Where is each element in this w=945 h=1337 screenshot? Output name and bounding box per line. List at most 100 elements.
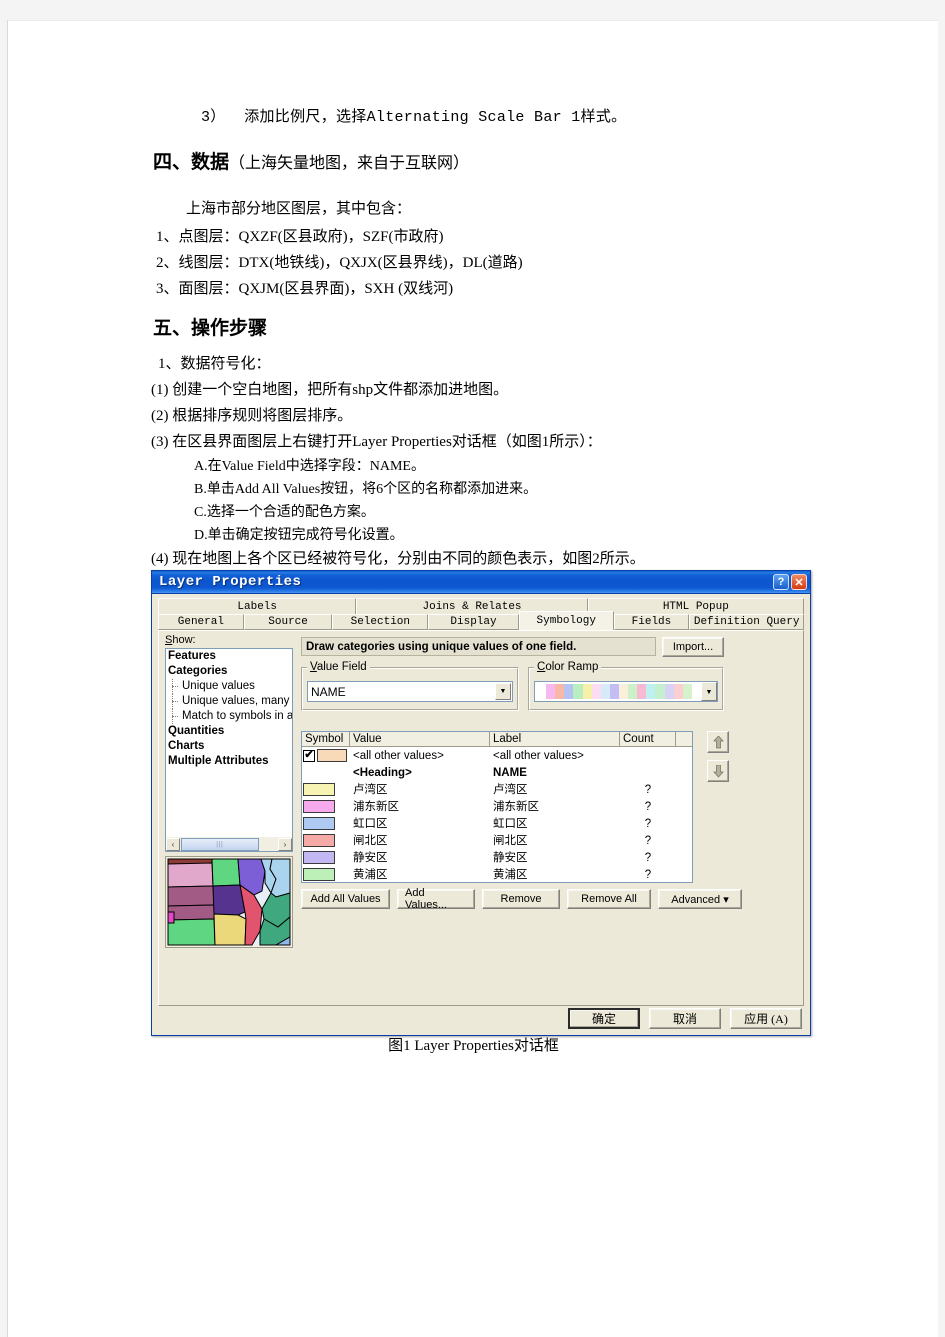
symbol-cell[interactable] xyxy=(302,800,350,813)
tab-selection[interactable]: Selection xyxy=(332,614,429,630)
symbol-cell[interactable] xyxy=(302,783,350,796)
doc-heading-four-text: 四、数据 xyxy=(153,152,230,173)
symbol-cell[interactable] xyxy=(302,868,350,881)
column-header-count[interactable]: Count xyxy=(620,732,676,746)
show-tree-item-features[interactable]: Features xyxy=(166,649,292,664)
checkbox-icon[interactable]: ✔ xyxy=(303,749,315,762)
table-row[interactable]: 虹口区 虹口区? xyxy=(302,815,692,832)
tab-labels[interactable]: Labels xyxy=(158,598,357,614)
symbol-swatch[interactable] xyxy=(303,834,335,847)
symbology-panel: SShow:how: Features Categories Unique va… xyxy=(158,630,804,1006)
tab-html-popup[interactable]: HTML Popup xyxy=(587,598,804,614)
value-cell[interactable]: <all other values> xyxy=(350,748,490,764)
color-ramp-swatch-14 xyxy=(664,684,674,699)
move-down-button[interactable] xyxy=(707,760,729,782)
symbol-cell[interactable] xyxy=(302,817,350,830)
figure-caption: 图1 Layer Properties对话框 xyxy=(388,1038,559,1054)
add-values-button[interactable]: Add Values... xyxy=(397,887,475,911)
label-cell[interactable]: 静安区 xyxy=(490,850,620,866)
count-cell[interactable]: ? xyxy=(620,867,676,883)
table-row[interactable]: ✔ <all other values> <all other values> xyxy=(302,747,692,764)
chevron-down-icon[interactable]: ▼ xyxy=(495,683,511,700)
table-row[interactable]: 闸北区 闸北区? xyxy=(302,832,692,849)
doc-item-3: 3） 添加比例尺，选择Alternating Scale Bar 1样式。 xyxy=(201,109,627,126)
value-cell[interactable]: 闸北区 xyxy=(350,833,490,849)
table-row[interactable]: 静安区 静安区? xyxy=(302,849,692,866)
count-cell[interactable]: ? xyxy=(620,833,676,849)
count-cell[interactable]: ? xyxy=(620,782,676,798)
scroll-left-icon[interactable]: ‹ xyxy=(166,837,180,851)
count-cell[interactable]: ? xyxy=(620,850,676,866)
add-all-values-button[interactable]: Add All Values xyxy=(301,889,390,909)
color-ramp-chevron-down-icon[interactable]: ▼ xyxy=(701,682,717,701)
apply-button[interactable]: 应用 (A) xyxy=(730,1008,802,1029)
remove-all-button[interactable]: Remove All xyxy=(567,889,651,909)
table-row[interactable]: 黄浦区 黄浦区? xyxy=(302,866,692,883)
color-ramp-swatch-12 xyxy=(646,684,656,699)
value-cell[interactable]: 静安区 xyxy=(350,850,490,866)
show-tree-item-charts[interactable]: Charts xyxy=(166,739,292,754)
color-ramp-combo[interactable]: ▼ xyxy=(534,681,718,702)
doc-step-1-1: (1) 创建一个空白地图，把所有shp文件都添加进地图。 xyxy=(151,382,509,398)
symbol-cell[interactable] xyxy=(302,851,350,864)
advanced-button[interactable]: Advanced ▾ xyxy=(658,889,742,909)
value-cell[interactable]: <Heading> xyxy=(350,765,490,781)
symbol-swatch[interactable] xyxy=(303,783,335,796)
label-cell[interactable]: 卢湾区 xyxy=(490,782,620,798)
value-action-buttons: Add All Values Add Values... Remove Remo… xyxy=(301,887,742,911)
show-tree-item-unique-values-many[interactable]: Unique values, many f xyxy=(166,694,292,709)
symbol-swatch[interactable] xyxy=(303,817,335,830)
table-row[interactable]: 浦东新区 浦东新区? xyxy=(302,798,692,815)
column-header-symbol[interactable]: Symbol xyxy=(302,732,350,746)
symbol-table[interactable]: Symbol Value Label Count ✔ <all other val… xyxy=(301,731,693,883)
value-field-combo[interactable]: NAME ▼ xyxy=(307,681,513,702)
show-tree[interactable]: Features Categories Unique values Unique… xyxy=(165,648,293,852)
show-tree-item-categories[interactable]: Categories xyxy=(166,664,292,679)
count-cell[interactable]: ? xyxy=(620,816,676,832)
column-header-value[interactable]: Value xyxy=(350,732,490,746)
show-tree-item-match-to-symbols[interactable]: Match to symbols in a xyxy=(166,709,292,724)
value-cell[interactable]: 黄浦区 xyxy=(350,867,490,883)
close-icon[interactable]: ✕ xyxy=(791,574,807,590)
move-up-button[interactable] xyxy=(707,731,729,753)
value-cell[interactable]: 虹口区 xyxy=(350,816,490,832)
count-cell[interactable]: ? xyxy=(620,799,676,815)
ok-button[interactable]: 确定 xyxy=(568,1008,640,1029)
help-icon[interactable]: ? xyxy=(773,574,789,590)
label-cell[interactable]: NAME xyxy=(490,765,620,781)
cancel-button[interactable]: 取消 xyxy=(649,1008,721,1029)
tab-display[interactable]: Display xyxy=(428,614,519,630)
tab-symbology[interactable]: Symbology xyxy=(518,611,614,630)
tab-fields[interactable]: Fields xyxy=(613,614,690,630)
value-cell[interactable]: 卢湾区 xyxy=(350,782,490,798)
dialog-title: Layer Properties xyxy=(159,574,302,590)
label-cell[interactable]: <all other values> xyxy=(490,748,620,764)
column-header-label[interactable]: Label xyxy=(490,732,620,746)
value-cell[interactable]: 浦东新区 xyxy=(350,799,490,815)
scrollbar-thumb[interactable]: ||| xyxy=(181,837,259,851)
label-cell[interactable]: 浦东新区 xyxy=(490,799,620,815)
color-ramp-swatch-17 xyxy=(691,684,701,699)
show-tree-horizontal-scrollbar[interactable]: ‹ ||| › xyxy=(165,837,293,852)
dialog-titlebar[interactable]: Layer Properties ? ✕ xyxy=(152,571,810,594)
table-row[interactable]: <Heading> NAME xyxy=(302,764,692,781)
table-row[interactable]: 卢湾区 卢湾区? xyxy=(302,781,692,798)
symbol-swatch[interactable] xyxy=(317,749,347,762)
symbol-swatch[interactable] xyxy=(303,868,335,881)
show-tree-item-quantities[interactable]: Quantities xyxy=(166,724,292,739)
label-cell[interactable]: 黄浦区 xyxy=(490,867,620,883)
tab-definition-query[interactable]: Definition Query xyxy=(689,614,804,630)
scroll-right-icon[interactable]: › xyxy=(278,837,292,851)
remove-button[interactable]: Remove xyxy=(482,889,560,909)
tab-general[interactable]: General xyxy=(158,614,244,630)
label-cell[interactable]: 闸北区 xyxy=(490,833,620,849)
symbol-cell[interactable] xyxy=(302,834,350,847)
import-button[interactable]: Import... xyxy=(662,637,724,657)
label-cell[interactable]: 虹口区 xyxy=(490,816,620,832)
show-tree-item-unique-values[interactable]: Unique values xyxy=(166,679,292,694)
symbol-cell[interactable]: ✔ xyxy=(302,749,350,762)
symbol-swatch[interactable] xyxy=(303,800,335,813)
tab-source[interactable]: Source xyxy=(243,614,333,630)
show-tree-item-multiple-attributes[interactable]: Multiple Attributes xyxy=(166,754,292,769)
symbol-swatch[interactable] xyxy=(303,851,335,864)
